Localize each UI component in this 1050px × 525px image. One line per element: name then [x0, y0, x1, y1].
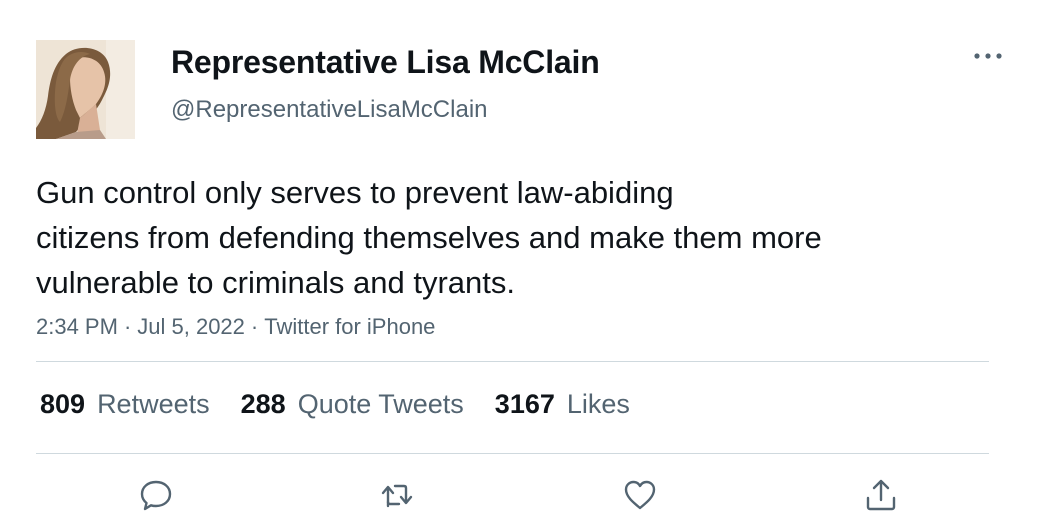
tweet-text-line: citizens from defending themselves and m… — [36, 220, 822, 255]
retweet-button[interactable] — [372, 470, 422, 520]
quote-tweets-count: 288 — [240, 388, 286, 419]
like-icon — [624, 480, 656, 510]
tweet-time[interactable]: 2:34 PM — [36, 314, 118, 339]
tweet-date[interactable]: Jul 5, 2022 — [137, 314, 245, 339]
reply-button[interactable] — [131, 470, 181, 520]
likes-stat[interactable]: 3167 Likes — [495, 389, 630, 420]
display-name[interactable]: Representative Lisa McClain — [171, 44, 600, 81]
tweet-source[interactable]: Twitter for iPhone — [264, 314, 435, 339]
action-bar — [0, 470, 1050, 520]
meta-separator: · — [123, 314, 132, 339]
user-handle[interactable]: @RepresentativeLisaMcClain — [171, 96, 488, 124]
retweets-count: 809 — [40, 388, 86, 419]
engagement-stats: 809 Retweets 288 Quote Tweets 3167 Likes — [40, 386, 661, 422]
tweet-meta: 2:34 PM · Jul 5, 2022 · Twitter for iPhone — [36, 314, 435, 340]
profile-photo-icon — [36, 40, 135, 139]
quote-tweets-label: Quote Tweets — [297, 388, 464, 419]
meta-separator: · — [250, 314, 259, 339]
tweet-text: Gun control only serves to prevent law-a… — [36, 170, 976, 305]
tweet-text-line: vulnerable to criminals and tyrants. — [36, 265, 516, 300]
tweet-detail: Representative Lisa McClain @Representat… — [0, 0, 1050, 525]
likes-count: 3167 — [494, 388, 555, 419]
like-button[interactable] — [615, 470, 665, 520]
quote-tweets-stat[interactable]: 288 Quote Tweets — [241, 389, 464, 420]
divider — [36, 361, 989, 362]
divider — [36, 453, 989, 454]
reply-icon — [140, 480, 172, 511]
more-options-button[interactable] — [966, 38, 1010, 74]
retweets-stat[interactable]: 809 Retweets — [40, 389, 210, 420]
share-button[interactable] — [856, 470, 906, 520]
retweets-label: Retweets — [97, 388, 210, 419]
share-icon — [866, 479, 896, 511]
likes-label: Likes — [566, 388, 630, 419]
tweet-text-line: Gun control only serves to prevent law-a… — [36, 175, 674, 210]
more-icon — [974, 53, 1002, 59]
avatar[interactable] — [36, 40, 135, 139]
retweet-icon — [381, 484, 413, 508]
